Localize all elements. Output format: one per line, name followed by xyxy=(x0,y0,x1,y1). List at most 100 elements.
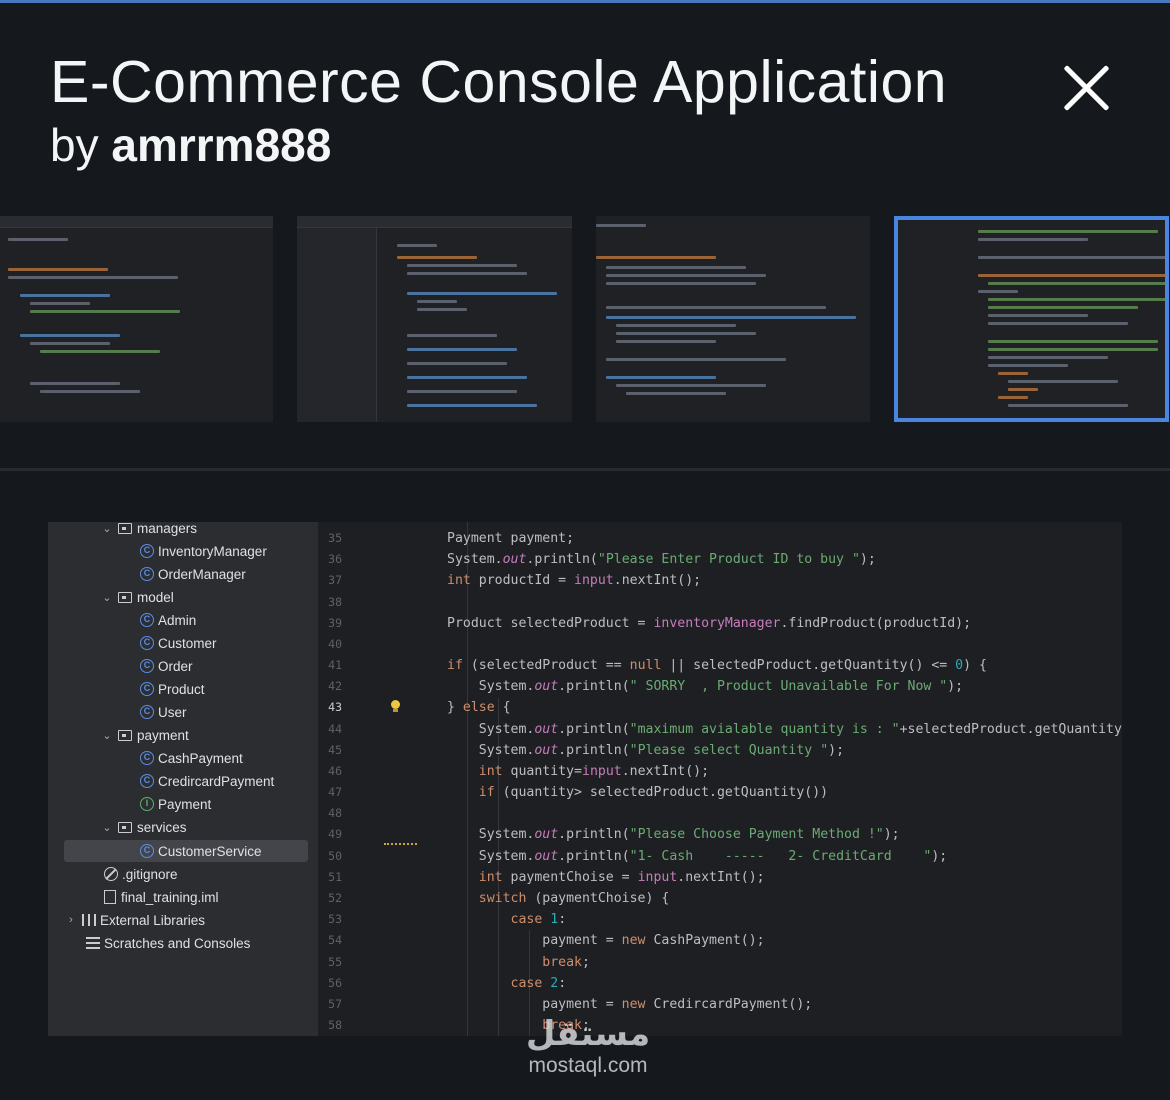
chevron-down-icon: ⌄ xyxy=(102,522,112,535)
thumbnail-4-active[interactable] xyxy=(894,216,1169,422)
class-icon: C xyxy=(140,613,154,627)
line-number: 36 xyxy=(328,552,342,566)
line-number: 42 xyxy=(328,679,342,693)
chevron-down-icon: ⌄ xyxy=(102,729,112,742)
line-number: 51 xyxy=(328,870,342,884)
thumbnail-strip xyxy=(0,214,1170,424)
code-line: System.out.println(" SORRY , Product Una… xyxy=(447,679,964,694)
tree-folder-payment[interactable]: ⌄ payment xyxy=(100,724,188,746)
ide-screenshot: ⌄ managers C InventoryManager C OrderManage… xyxy=(48,522,1122,1036)
close-icon[interactable] xyxy=(1060,62,1112,114)
tree-class-inventorymanager[interactable]: C InventoryManager xyxy=(140,540,267,562)
line-number-current: 43 xyxy=(328,700,342,714)
gitignore-icon xyxy=(104,867,118,881)
line-number: 54 xyxy=(328,933,342,947)
class-icon: C xyxy=(140,774,154,788)
class-icon: C xyxy=(140,659,154,673)
folder-icon xyxy=(118,522,132,534)
code-line: Product selectedProduct = inventoryManag… xyxy=(447,616,972,631)
class-icon: C xyxy=(140,705,154,719)
interface-icon: I xyxy=(140,797,154,811)
code-line: break; xyxy=(542,955,590,970)
tree-folder-model[interactable]: ⌄ model xyxy=(100,586,173,608)
code-line: payment = new CashPayment(); xyxy=(447,933,765,948)
class-icon: C xyxy=(140,844,154,858)
lightbulb-icon[interactable] xyxy=(390,700,401,713)
line-number: 53 xyxy=(328,912,342,926)
project-title: E-Commerce Console Application xyxy=(50,49,948,115)
tree-class-customerservice[interactable]: C CustomerService xyxy=(64,840,308,862)
tree-class-user[interactable]: C User xyxy=(140,701,187,723)
folder-icon xyxy=(118,591,132,603)
scratches-icon xyxy=(86,937,100,949)
thumbnail-3[interactable] xyxy=(596,216,870,422)
class-icon: C xyxy=(140,751,154,765)
code-line: System.out.println("Please Choose Paymen… xyxy=(447,827,900,842)
code-line: case 2: xyxy=(510,976,567,991)
line-number: 40 xyxy=(328,637,342,651)
byline: by amrrm888 xyxy=(50,116,947,174)
line-number: 50 xyxy=(328,849,342,863)
code-line: System.out.println("Please select Quanti… xyxy=(447,743,845,758)
class-icon: C xyxy=(140,636,154,650)
project-header: E-Commerce Console Application by amrrm8… xyxy=(50,48,947,174)
code-line: int paymentChoise = input.nextInt(); xyxy=(478,870,765,885)
code-line: if (quantity> selectedProduct.getQuantit… xyxy=(478,785,829,800)
tree-class-order[interactable]: C Order xyxy=(140,655,193,677)
folder-icon xyxy=(118,821,132,833)
by-label: by xyxy=(50,119,99,171)
line-number: 49 xyxy=(328,827,342,841)
thumbnail-1[interactable] xyxy=(0,216,273,422)
line-number: 55 xyxy=(328,955,342,969)
thumbnail-2[interactable] xyxy=(297,216,572,422)
tree-folder-managers[interactable]: ⌄ managers xyxy=(100,522,197,539)
line-number: 58 xyxy=(328,1018,342,1032)
tree-class-admin[interactable]: C Admin xyxy=(140,609,196,631)
tree-class-credircardpayment[interactable]: C CredircardPayment xyxy=(140,770,274,792)
top-accent-bar xyxy=(0,0,1170,3)
tree-scratches-consoles[interactable]: Scratches and Consoles xyxy=(86,932,250,954)
code-line: System.out.println("Please Enter Product… xyxy=(447,552,876,567)
chevron-down-icon: ⌄ xyxy=(102,821,112,834)
class-icon: C xyxy=(140,682,154,696)
code-line: } else { xyxy=(447,700,511,715)
code-line: System.out.println("1- Cash ----- 2- Cre… xyxy=(447,849,948,864)
tree-class-customer[interactable]: C Customer xyxy=(140,632,217,654)
chevron-right-icon: › xyxy=(69,914,73,926)
tree-file-gitignore[interactable]: .gitignore xyxy=(104,863,178,885)
line-number: 38 xyxy=(328,595,342,609)
tree-interface-payment[interactable]: I Payment xyxy=(140,793,211,815)
line-number: 57 xyxy=(328,997,342,1011)
line-number: 46 xyxy=(328,764,342,778)
code-line: int quantity=input.nextInt(); xyxy=(478,764,710,779)
tree-class-ordermanager[interactable]: C OrderManager xyxy=(140,563,246,585)
tree-external-libraries[interactable]: › External Libraries xyxy=(64,909,205,931)
line-number: 47 xyxy=(328,785,342,799)
line-number: 35 xyxy=(328,531,342,545)
tree-class-product[interactable]: C Product xyxy=(140,678,205,700)
code-line: Payment payment; xyxy=(447,531,575,546)
line-number: 39 xyxy=(328,616,342,630)
tree-class-cashpayment[interactable]: C CashPayment xyxy=(140,747,243,769)
class-icon: C xyxy=(140,567,154,581)
line-number: 44 xyxy=(328,722,342,736)
code-editor[interactable]: Payment payment; System.out.println("Plea… xyxy=(418,522,1122,1036)
watermark-latin: mostaql.com xyxy=(528,1054,648,1077)
section-divider xyxy=(0,468,1170,471)
code-line: case 1: xyxy=(510,912,567,927)
tree-folder-services[interactable]: ⌄ services xyxy=(100,816,186,838)
author-name[interactable]: amrrm888 xyxy=(111,119,331,171)
tree-file-iml[interactable]: final_training.iml xyxy=(104,886,219,908)
line-number: 48 xyxy=(328,806,342,820)
code-line: if (selectedProduct == null || selectedP… xyxy=(447,658,987,673)
watermark-arabic: مستقل xyxy=(525,1014,651,1054)
mostaql-watermark: مستقل mostaql.com xyxy=(498,1015,678,1079)
libraries-icon xyxy=(82,914,96,926)
project-tree: ⌄ managers C InventoryManager C OrderManage… xyxy=(48,522,318,1036)
line-number: 41 xyxy=(328,658,342,672)
code-line: payment = new CredircardPayment(); xyxy=(447,997,813,1012)
code-line: System.out.println("maximum avialable qu… xyxy=(447,722,1122,737)
line-number: 45 xyxy=(328,743,342,757)
code-line: int productId = input.nextInt(); xyxy=(447,573,702,588)
line-number: 52 xyxy=(328,891,342,905)
